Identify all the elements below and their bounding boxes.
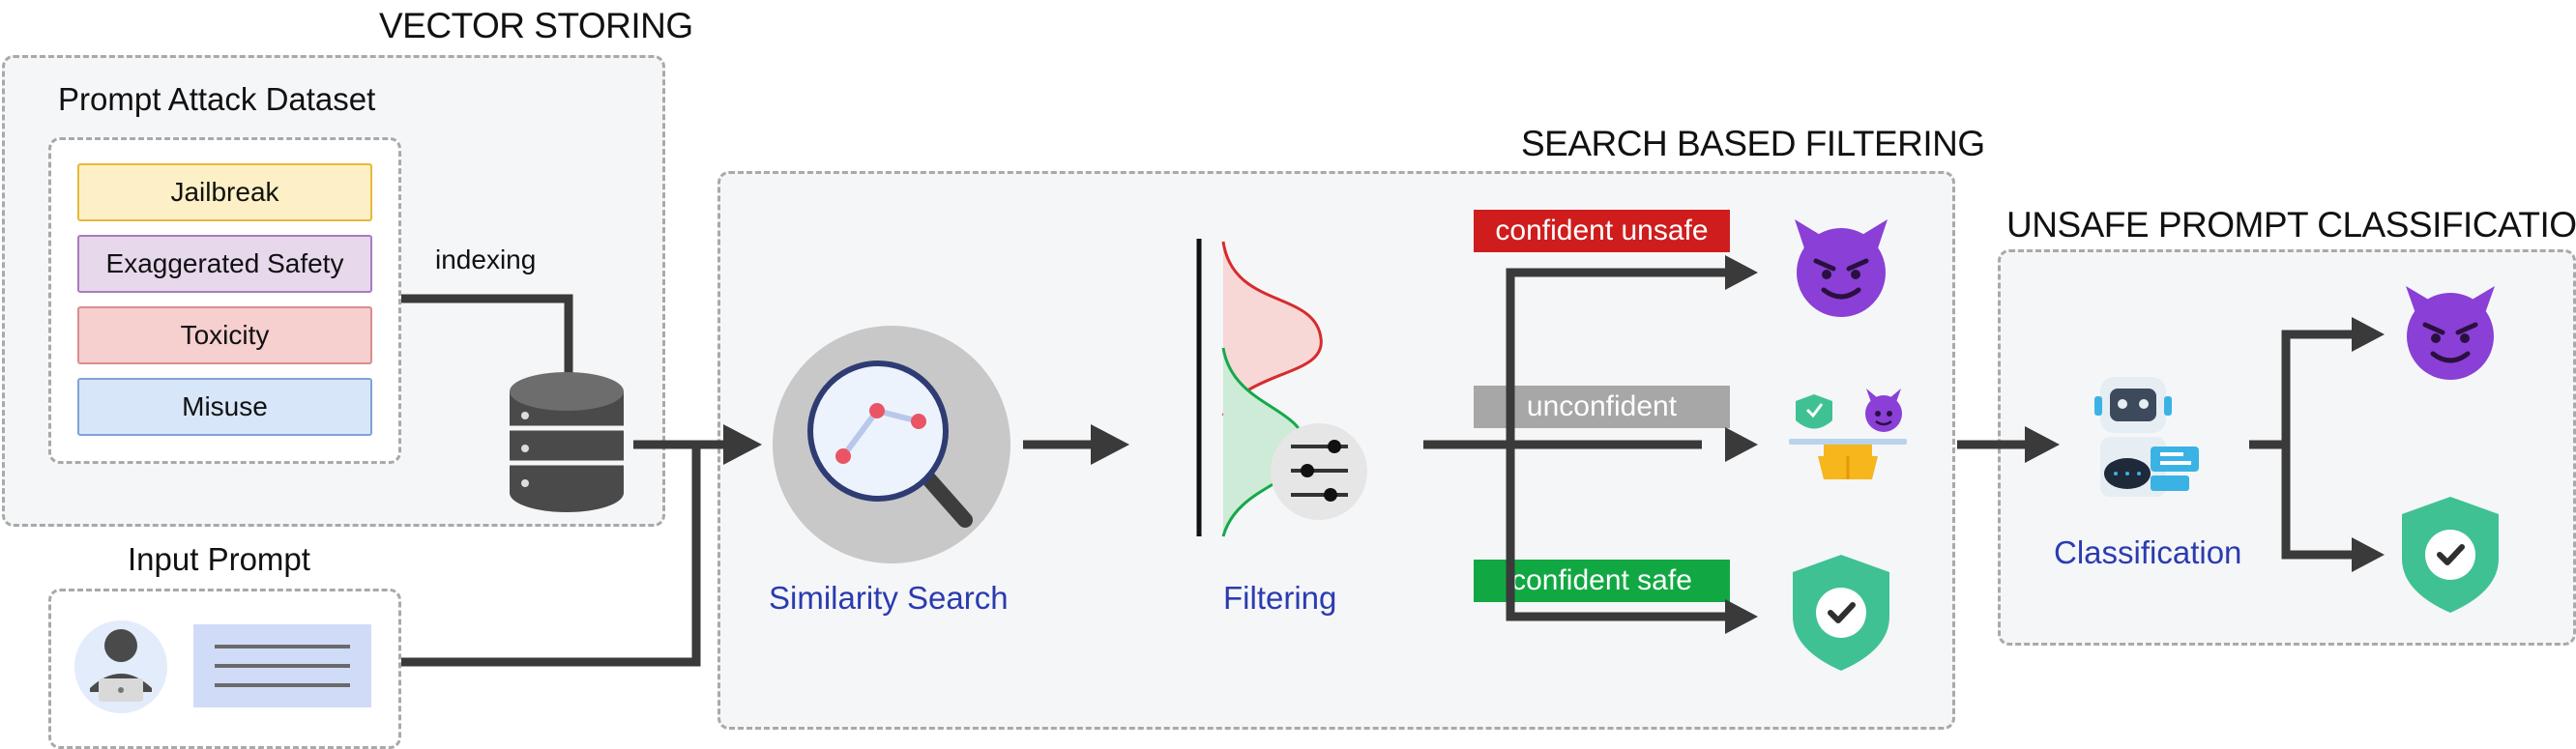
shield-check-icon bbox=[1793, 555, 1889, 671]
arrowhead-safe bbox=[1725, 599, 1758, 634]
diagram-graphics bbox=[74, 219, 2499, 713]
robot-icon bbox=[2094, 377, 2199, 497]
devil-icon bbox=[1795, 219, 1888, 317]
indexing-line bbox=[401, 294, 573, 375]
database-icon bbox=[510, 372, 624, 512]
branch-unsafe-line bbox=[1506, 268, 1731, 445]
user-avatar-icon bbox=[74, 620, 167, 713]
branch-safe-line bbox=[1506, 445, 1731, 621]
arrowhead-unconfident bbox=[1725, 427, 1758, 462]
filtering-distribution-icon bbox=[1196, 239, 1367, 537]
arrowhead-to-search bbox=[723, 424, 762, 465]
prompt-text-icon bbox=[193, 624, 371, 707]
arrowhead-class-safe bbox=[2352, 537, 2385, 572]
class-branch-safe-line bbox=[2281, 445, 2359, 560]
connector-lines bbox=[401, 268, 2359, 667]
magnifier-icon bbox=[773, 326, 1010, 563]
devil-result-icon bbox=[2406, 286, 2495, 380]
class-branch-line bbox=[2281, 330, 2359, 445]
arrowhead-to-filter bbox=[1091, 424, 1129, 465]
arrowhead-to-classifier bbox=[2025, 426, 2060, 463]
shield-result-icon bbox=[2402, 497, 2499, 613]
arrowhead-class-unsafe bbox=[2352, 317, 2385, 352]
arrowhead-unsafe bbox=[1725, 255, 1758, 290]
balance-scale-icon bbox=[1789, 389, 1907, 479]
